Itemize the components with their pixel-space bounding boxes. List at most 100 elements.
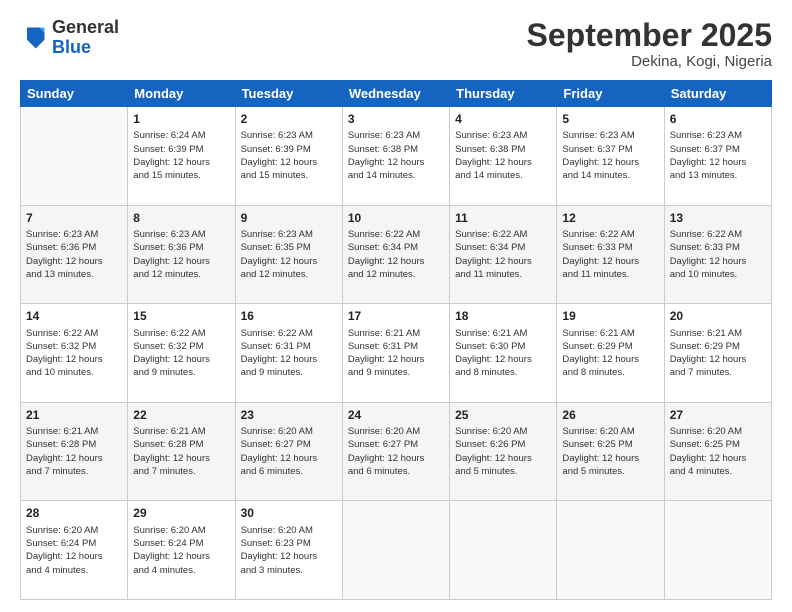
day-number: 7 bbox=[26, 210, 122, 226]
table-row: 30 Sunrise: 6:20 AMSunset: 6:23 PMDayligh… bbox=[235, 501, 342, 600]
day-info: Sunrise: 6:20 AMSunset: 6:27 PMDaylight:… bbox=[348, 425, 444, 478]
day-info: Sunrise: 6:21 AMSunset: 6:28 PMDaylight:… bbox=[26, 425, 122, 478]
calendar-week-row: 21 Sunrise: 6:21 AMSunset: 6:28 PMDayligh… bbox=[21, 402, 772, 501]
logo-text: General Blue bbox=[52, 18, 119, 58]
col-friday: Friday bbox=[557, 81, 664, 107]
table-row: 16 Sunrise: 6:22 AMSunset: 6:31 PMDayligh… bbox=[235, 304, 342, 403]
logo: General Blue bbox=[20, 18, 119, 58]
day-number: 28 bbox=[26, 505, 122, 521]
day-info: Sunrise: 6:20 AMSunset: 6:27 PMDaylight:… bbox=[241, 425, 337, 478]
day-number: 24 bbox=[348, 407, 444, 423]
day-info: Sunrise: 6:22 AMSunset: 6:32 PMDaylight:… bbox=[26, 327, 122, 380]
calendar-header-row: Sunday Monday Tuesday Wednesday Thursday… bbox=[21, 81, 772, 107]
day-info: Sunrise: 6:20 AMSunset: 6:25 PMDaylight:… bbox=[670, 425, 766, 478]
day-info: Sunrise: 6:22 AMSunset: 6:31 PMDaylight:… bbox=[241, 327, 337, 380]
day-number: 11 bbox=[455, 210, 551, 226]
day-number: 25 bbox=[455, 407, 551, 423]
day-number: 27 bbox=[670, 407, 766, 423]
col-saturday: Saturday bbox=[664, 81, 771, 107]
day-info: Sunrise: 6:21 AMSunset: 6:29 PMDaylight:… bbox=[670, 327, 766, 380]
table-row: 20 Sunrise: 6:21 AMSunset: 6:29 PMDayligh… bbox=[664, 304, 771, 403]
table-row: 12 Sunrise: 6:22 AMSunset: 6:33 PMDayligh… bbox=[557, 205, 664, 304]
day-info: Sunrise: 6:20 AMSunset: 6:25 PMDaylight:… bbox=[562, 425, 658, 478]
table-row bbox=[664, 501, 771, 600]
day-number: 8 bbox=[133, 210, 229, 226]
month-year-title: September 2025 bbox=[527, 18, 772, 53]
calendar-week-row: 1Sunrise: 6:24 AMSunset: 6:39 PMDaylight… bbox=[21, 107, 772, 206]
day-info: Sunrise: 6:20 AMSunset: 6:23 PMDaylight:… bbox=[241, 524, 337, 577]
day-info: Sunrise: 6:21 AMSunset: 6:31 PMDaylight:… bbox=[348, 327, 444, 380]
day-number: 3 bbox=[348, 111, 444, 127]
table-row: 1Sunrise: 6:24 AMSunset: 6:39 PMDaylight… bbox=[128, 107, 235, 206]
table-row: 24 Sunrise: 6:20 AMSunset: 6:27 PMDayligh… bbox=[342, 402, 449, 501]
table-row: 21 Sunrise: 6:21 AMSunset: 6:28 PMDayligh… bbox=[21, 402, 128, 501]
table-row: 4 Sunrise: 6:23 AMSunset: 6:38 PMDaylight… bbox=[450, 107, 557, 206]
day-info: Sunrise: 6:22 AMSunset: 6:33 PMDaylight:… bbox=[562, 228, 658, 281]
day-info: Sunrise: 6:23 AMSunset: 6:35 PMDaylight:… bbox=[241, 228, 337, 281]
table-row: 29Sunrise: 6:20 AMSunset: 6:24 PMDayligh… bbox=[128, 501, 235, 600]
day-info: Sunrise: 6:22 AMSunset: 6:33 PMDaylight:… bbox=[670, 228, 766, 281]
table-row bbox=[342, 501, 449, 600]
day-number: 13 bbox=[670, 210, 766, 226]
table-row: 2 Sunrise: 6:23 AMSunset: 6:39 PMDaylight… bbox=[235, 107, 342, 206]
day-number: 10 bbox=[348, 210, 444, 226]
day-info: Sunrise: 6:24 AMSunset: 6:39 PMDaylight:… bbox=[133, 129, 229, 182]
day-info: Sunrise: 6:23 AMSunset: 6:37 PMDaylight:… bbox=[562, 129, 658, 182]
day-number: 17 bbox=[348, 308, 444, 324]
day-number: 22 bbox=[133, 407, 229, 423]
day-number: 19 bbox=[562, 308, 658, 324]
table-row bbox=[450, 501, 557, 600]
col-wednesday: Wednesday bbox=[342, 81, 449, 107]
table-row: 25Sunrise: 6:20 AMSunset: 6:26 PMDayligh… bbox=[450, 402, 557, 501]
day-info: Sunrise: 6:22 AMSunset: 6:34 PMDaylight:… bbox=[348, 228, 444, 281]
day-info: Sunrise: 6:22 AMSunset: 6:34 PMDaylight:… bbox=[455, 228, 551, 281]
table-row: 23 Sunrise: 6:20 AMSunset: 6:27 PMDayligh… bbox=[235, 402, 342, 501]
header: General Blue September 2025 Dekina, Kogi… bbox=[20, 18, 772, 70]
table-row: 6 Sunrise: 6:23 AMSunset: 6:37 PMDaylight… bbox=[664, 107, 771, 206]
day-number: 4 bbox=[455, 111, 551, 127]
table-row: 18Sunrise: 6:21 AMSunset: 6:30 PMDayligh… bbox=[450, 304, 557, 403]
table-row: 9 Sunrise: 6:23 AMSunset: 6:35 PMDaylight… bbox=[235, 205, 342, 304]
day-number: 9 bbox=[241, 210, 337, 226]
day-number: 20 bbox=[670, 308, 766, 324]
table-row: 27 Sunrise: 6:20 AMSunset: 6:25 PMDayligh… bbox=[664, 402, 771, 501]
table-row: 14 Sunrise: 6:22 AMSunset: 6:32 PMDayligh… bbox=[21, 304, 128, 403]
day-info: Sunrise: 6:23 AMSunset: 6:36 PMDaylight:… bbox=[26, 228, 122, 281]
table-row: 28Sunrise: 6:20 AMSunset: 6:24 PMDayligh… bbox=[21, 501, 128, 600]
logo-blue: Blue bbox=[52, 37, 91, 57]
table-row bbox=[21, 107, 128, 206]
page: General Blue September 2025 Dekina, Kogi… bbox=[0, 0, 792, 612]
day-number: 16 bbox=[241, 308, 337, 324]
day-number: 2 bbox=[241, 111, 337, 127]
table-row: 3 Sunrise: 6:23 AMSunset: 6:38 PMDaylight… bbox=[342, 107, 449, 206]
day-number: 14 bbox=[26, 308, 122, 324]
table-row: 26Sunrise: 6:20 AMSunset: 6:25 PMDayligh… bbox=[557, 402, 664, 501]
day-info: Sunrise: 6:23 AMSunset: 6:38 PMDaylight:… bbox=[455, 129, 551, 182]
day-info: Sunrise: 6:23 AMSunset: 6:38 PMDaylight:… bbox=[348, 129, 444, 182]
day-info: Sunrise: 6:23 AMSunset: 6:37 PMDaylight:… bbox=[670, 129, 766, 182]
day-number: 12 bbox=[562, 210, 658, 226]
logo-general: General bbox=[52, 17, 119, 37]
table-row: 19Sunrise: 6:21 AMSunset: 6:29 PMDayligh… bbox=[557, 304, 664, 403]
calendar-table: Sunday Monday Tuesday Wednesday Thursday… bbox=[20, 80, 772, 600]
col-thursday: Thursday bbox=[450, 81, 557, 107]
table-row: 17 Sunrise: 6:21 AMSunset: 6:31 PMDayligh… bbox=[342, 304, 449, 403]
calendar-week-row: 7 Sunrise: 6:23 AMSunset: 6:36 PMDaylight… bbox=[21, 205, 772, 304]
day-number: 15 bbox=[133, 308, 229, 324]
col-monday: Monday bbox=[128, 81, 235, 107]
col-sunday: Sunday bbox=[21, 81, 128, 107]
day-number: 6 bbox=[670, 111, 766, 127]
day-number: 30 bbox=[241, 505, 337, 521]
day-number: 23 bbox=[241, 407, 337, 423]
day-number: 21 bbox=[26, 407, 122, 423]
table-row: 15Sunrise: 6:22 AMSunset: 6:32 PMDayligh… bbox=[128, 304, 235, 403]
day-info: Sunrise: 6:21 AMSunset: 6:28 PMDaylight:… bbox=[133, 425, 229, 478]
day-info: Sunrise: 6:21 AMSunset: 6:30 PMDaylight:… bbox=[455, 327, 551, 380]
table-row: 5Sunrise: 6:23 AMSunset: 6:37 PMDaylight… bbox=[557, 107, 664, 206]
day-info: Sunrise: 6:23 AMSunset: 6:39 PMDaylight:… bbox=[241, 129, 337, 182]
day-number: 29 bbox=[133, 505, 229, 521]
calendar-week-row: 14 Sunrise: 6:22 AMSunset: 6:32 PMDayligh… bbox=[21, 304, 772, 403]
table-row: 13 Sunrise: 6:22 AMSunset: 6:33 PMDayligh… bbox=[664, 205, 771, 304]
table-row: 7 Sunrise: 6:23 AMSunset: 6:36 PMDaylight… bbox=[21, 205, 128, 304]
col-tuesday: Tuesday bbox=[235, 81, 342, 107]
